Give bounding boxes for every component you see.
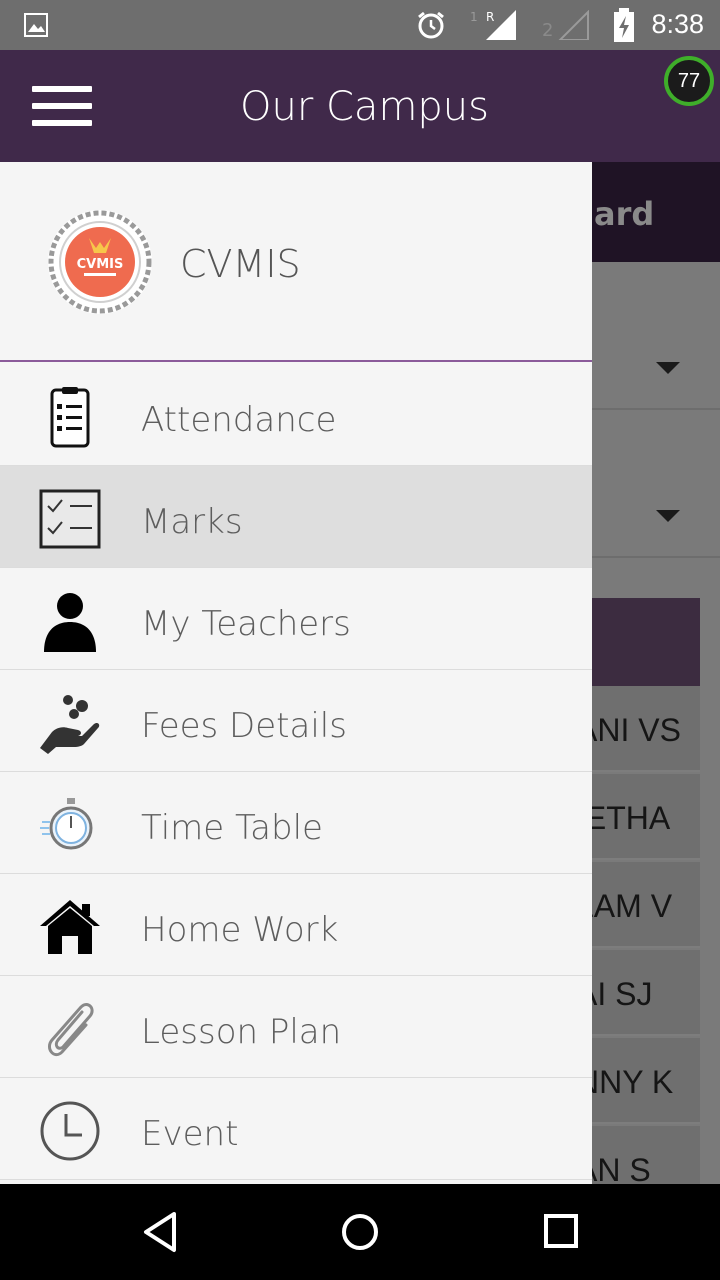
recents-icon[interactable]	[542, 1210, 582, 1254]
svg-text:R: R	[486, 10, 494, 24]
school-name: CVMIS	[180, 242, 301, 286]
menu-item-home-work[interactable]: Home Work	[0, 874, 592, 976]
menu-item-label: Marks	[141, 502, 243, 542]
menu-item-label: Time Table	[141, 808, 323, 848]
logo-text: CVMIS	[77, 257, 124, 272]
system-nav-bar	[0, 1184, 720, 1280]
menu-item-label: My Teachers	[141, 604, 351, 644]
signal-icon: 1 R	[470, 10, 516, 40]
back-icon[interactable]	[140, 1210, 180, 1254]
app-bar: Our Campus	[0, 50, 720, 162]
dropdown-arrow-icon[interactable]	[656, 362, 680, 374]
speed-badge[interactable]: 77	[664, 56, 714, 106]
menu-item-label: Lesson Plan	[141, 1012, 342, 1052]
menu-item-label: Attendance	[141, 400, 337, 440]
home-button-icon[interactable]	[340, 1210, 380, 1254]
divider	[592, 408, 720, 410]
person-icon	[44, 593, 96, 652]
menu-item-event[interactable]: Event	[0, 1078, 592, 1180]
menu-item-label: Home Work	[141, 910, 339, 950]
menu-item-my-teachers[interactable]: My Teachers	[0, 568, 592, 670]
menu-item-label: Fees Details	[141, 706, 347, 746]
svg-text:1: 1	[470, 10, 478, 24]
svg-text:2: 2	[542, 20, 553, 40]
background-header-text: ard	[594, 195, 655, 233]
table-header	[592, 598, 700, 686]
signal-empty-icon: 2	[542, 10, 589, 40]
battery-charging-icon	[614, 8, 634, 42]
clipboard-icon	[50, 387, 90, 448]
divider	[592, 556, 720, 558]
status-time: 8:38	[651, 9, 704, 39]
drawer-header: CVMIS CVMIS	[0, 162, 592, 362]
alarm-icon	[418, 11, 444, 39]
hamburger-icon[interactable]	[32, 86, 92, 128]
menu-item-marks[interactable]: Marks	[0, 466, 592, 568]
home-icon	[40, 900, 100, 954]
dropdown-arrow-icon[interactable]	[656, 510, 680, 522]
hand-coins-icon	[40, 695, 100, 754]
menu-item-time-table[interactable]: Time Table	[0, 772, 592, 874]
navigation-drawer: CVMIS CVMIS Attendance Marks My Teachers…	[0, 162, 592, 1184]
app-title: Our Campus	[240, 84, 489, 130]
stopwatch-icon	[40, 798, 93, 850]
menu-item-label: Event	[141, 1114, 239, 1154]
image-icon	[24, 13, 48, 37]
clock-icon	[40, 1101, 100, 1161]
menu-item-lesson-plan[interactable]: Lesson Plan	[0, 976, 592, 1078]
menu-item-attendance[interactable]: Attendance	[0, 364, 592, 466]
school-logo: CVMIS	[48, 210, 152, 314]
menu-item-fees-details[interactable]: Fees Details	[0, 670, 592, 772]
status-bar: 1 R 2 8:38	[0, 0, 720, 50]
paperclip-icon	[48, 1002, 94, 1057]
checklist-icon	[39, 489, 101, 549]
